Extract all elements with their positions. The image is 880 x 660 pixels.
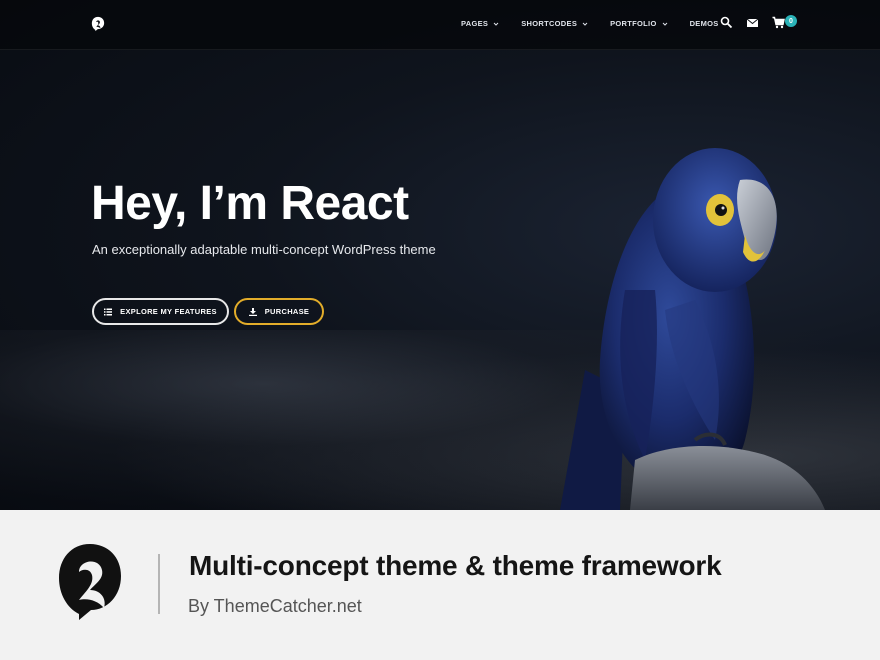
- cart-icon: [772, 16, 785, 29]
- nav-item-pages[interactable]: PAGES: [461, 19, 499, 28]
- main-menu: PAGES SHORTCODES PORTFOLIO DEMOS: [461, 19, 741, 28]
- parrot-image: [560, 148, 825, 510]
- download-icon: [248, 307, 257, 316]
- banner-divider: [158, 554, 160, 614]
- site-logo-icon[interactable]: [91, 16, 105, 32]
- nav-item-demos[interactable]: DEMOS: [690, 19, 719, 28]
- banner-title: Multi-concept theme & theme framework: [189, 550, 722, 581]
- theme-banner: Multi-concept theme & theme framework By…: [0, 510, 880, 660]
- list-icon: [104, 308, 113, 315]
- hero-subtitle: An exceptionally adaptable multi-concept…: [92, 242, 436, 257]
- nav-icon-group: 0: [720, 15, 798, 29]
- top-navbar: PAGES SHORTCODES PORTFOLIO DEMOS 0: [0, 0, 880, 50]
- search-icon[interactable]: [720, 16, 733, 29]
- hero-section: PAGES SHORTCODES PORTFOLIO DEMOS 0 Hey, …: [0, 0, 880, 510]
- cart-count-badge: 0: [785, 15, 797, 27]
- nav-item-label: PORTFOLIO: [610, 19, 657, 28]
- nav-item-portfolio[interactable]: PORTFOLIO: [610, 19, 667, 28]
- chevron-down-icon: [662, 22, 667, 26]
- hero-title: Hey, I’m React: [91, 177, 409, 230]
- nav-item-label: PAGES: [461, 19, 489, 28]
- cart-button[interactable]: 0: [772, 15, 798, 29]
- explore-features-button[interactable]: EXPLORE MY FEATURES: [92, 298, 229, 325]
- banner-subtitle: By ThemeCatcher.net: [188, 596, 362, 616]
- nav-item-label: DEMOS: [689, 19, 719, 28]
- mail-icon[interactable]: [746, 16, 759, 29]
- theme-logo-icon: [59, 544, 121, 620]
- purchase-button[interactable]: PURCHASE: [234, 298, 324, 325]
- chevron-down-icon: [582, 22, 588, 26]
- nav-item-label: SHORTCODES: [521, 19, 578, 28]
- explore-features-label: EXPLORE MY FEATURES: [120, 307, 217, 316]
- chevron-down-icon: [493, 22, 499, 26]
- purchase-label: PURCHASE: [264, 307, 310, 316]
- nav-item-shortcodes[interactable]: SHORTCODES: [521, 19, 588, 28]
